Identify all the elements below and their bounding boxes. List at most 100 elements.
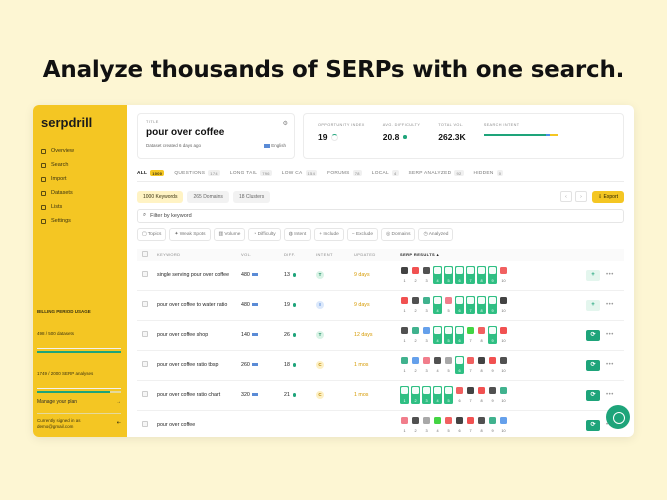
serp-result-tile[interactable]: 4: [433, 266, 442, 285]
refresh-icon[interactable]: ⟳: [586, 419, 600, 431]
keywords-chip[interactable]: 1000 Keywords: [137, 190, 184, 203]
filter-analyzed[interactable]: ◷ Analyzed: [418, 227, 454, 241]
next-page-button[interactable]: ›: [574, 191, 587, 203]
filter-exclude[interactable]: − Exclude: [346, 227, 379, 241]
serp-result-tile[interactable]: 3: [422, 296, 431, 314]
gear-icon[interactable]: ⚙: [283, 120, 288, 127]
serp-result-tile[interactable]: 10: [499, 386, 508, 404]
tab-low-ca[interactable]: LOW CA 154: [282, 170, 318, 176]
serp-result-tile[interactable]: 1: [400, 416, 409, 434]
keyword-cell[interactable]: pour over coffee to water ratio: [153, 302, 241, 309]
serp-result-tile[interactable]: 5: [444, 416, 453, 434]
filter-weak-spots[interactable]: ✦ Weak Spots: [169, 227, 211, 241]
tab-questions[interactable]: QUESTIONS 174: [174, 170, 220, 176]
serp-result-tile[interactable]: 2: [411, 416, 420, 434]
table-row[interactable]: pour over coffee to water ratio 480 19 I 9 d…: [137, 291, 624, 321]
add-icon[interactable]: +: [586, 269, 600, 281]
serp-result-tile[interactable]: 9: [488, 266, 497, 285]
sidebar-item-overview[interactable]: Overview: [39, 144, 121, 158]
serp-result-tile[interactable]: 5: [444, 356, 453, 374]
serp-result-tile[interactable]: 1: [400, 266, 409, 284]
serp-result-tile[interactable]: 2: [411, 356, 420, 374]
serp-result-tile[interactable]: 9: [488, 386, 497, 404]
serp-result-tile[interactable]: 8: [477, 266, 486, 285]
tab-serp-analyzed[interactable]: SERP ANALYZED 92: [409, 170, 464, 176]
serp-result-tile[interactable]: 10: [499, 266, 508, 284]
keyword-cell[interactable]: pour over coffee shop: [153, 332, 241, 339]
sidebar-item-search[interactable]: Search: [39, 158, 121, 172]
serp-result-tile[interactable]: 4: [433, 386, 442, 405]
serp-result-tile[interactable]: 7: [466, 266, 475, 285]
serp-result-tile[interactable]: 9: [488, 296, 497, 315]
filter-domains[interactable]: ◎ Domains: [381, 227, 416, 241]
row-checkbox[interactable]: [142, 301, 148, 308]
row-checkbox[interactable]: [142, 331, 148, 338]
col-serp-results[interactable]: SERP RESULTS ▴: [400, 252, 586, 257]
serp-result-tile[interactable]: 3: [422, 356, 431, 374]
refresh-icon[interactable]: ⟳: [586, 329, 600, 341]
table-row[interactable]: pour over coffee12345678910⟳•••: [137, 411, 624, 437]
table-row[interactable]: pour over coffee ratio chart 320 21 C 1 mos 1…: [137, 381, 624, 411]
tab-forums[interactable]: FORUMS 78: [327, 170, 362, 176]
tab-all[interactable]: ALL 1000: [137, 170, 165, 176]
serp-result-tile[interactable]: 4: [433, 356, 442, 374]
keyword-cell[interactable]: single serving pour over coffee: [153, 272, 241, 279]
logo[interactable]: serpdrill: [41, 115, 121, 130]
filter-keyword-input[interactable]: ⌕ Filter by keyword: [137, 208, 624, 223]
serp-result-tile[interactable]: 6: [455, 386, 464, 404]
more-icon[interactable]: •••: [606, 362, 614, 368]
serp-result-tile[interactable]: 3: [422, 326, 431, 344]
prev-page-button[interactable]: ‹: [559, 191, 572, 203]
serp-result-tile[interactable]: 5: [444, 296, 453, 314]
serp-result-tile[interactable]: 1: [400, 326, 409, 344]
serp-result-tile[interactable]: 6: [455, 326, 464, 345]
more-icon[interactable]: •••: [606, 392, 614, 398]
row-checkbox[interactable]: [142, 421, 148, 428]
col-intent[interactable]: INTENT: [316, 252, 354, 257]
col-keyword[interactable]: KEYWORD: [153, 251, 241, 258]
serp-result-tile[interactable]: 4: [433, 326, 442, 345]
serp-result-tile[interactable]: 7: [466, 356, 475, 374]
serp-result-tile[interactable]: 8: [477, 416, 486, 434]
serp-result-tile[interactable]: 6: [455, 416, 464, 434]
keyword-cell[interactable]: pour over coffee ratio tbsp: [153, 362, 241, 369]
serp-result-tile[interactable]: 9: [488, 416, 497, 434]
refresh-icon[interactable]: ⟳: [586, 359, 600, 371]
sidebar-item-lists[interactable]: Lists: [39, 200, 121, 214]
serp-result-tile[interactable]: 4: [433, 296, 442, 315]
serp-result-tile[interactable]: 1: [400, 386, 409, 405]
keyword-cell[interactable]: pour over coffee: [153, 422, 241, 429]
serp-result-tile[interactable]: 8: [477, 296, 486, 315]
select-all-checkbox[interactable]: [142, 251, 148, 258]
serp-result-tile[interactable]: 8: [477, 386, 486, 404]
serp-result-tile[interactable]: 2: [411, 296, 420, 314]
add-icon[interactable]: +: [586, 299, 600, 311]
row-checkbox[interactable]: [142, 361, 148, 368]
table-row[interactable]: pour over coffee ratio tbsp 260 18 C 1 mos 1 2…: [137, 351, 624, 381]
logout-icon[interactable]: ⇤: [117, 420, 121, 426]
tab-local[interactable]: LOCAL 4: [372, 170, 399, 176]
sidebar-item-settings[interactable]: Settings: [39, 214, 121, 228]
serp-result-tile[interactable]: 7: [466, 296, 475, 315]
serp-result-tile[interactable]: 2: [411, 266, 420, 284]
serp-result-tile[interactable]: 2: [411, 386, 420, 405]
serp-result-tile[interactable]: 10: [499, 296, 508, 314]
serp-result-tile[interactable]: 1: [400, 356, 409, 374]
serp-result-tile[interactable]: 6: [455, 356, 464, 375]
row-checkbox[interactable]: [142, 391, 148, 398]
serp-result-tile[interactable]: 9: [488, 326, 497, 345]
filter-intent[interactable]: ◍ Intent: [283, 227, 312, 241]
serp-result-tile[interactable]: 10: [499, 326, 508, 344]
filter-topics[interactable]: ▢ Topics: [137, 227, 167, 241]
col-difficulty[interactable]: DIFF.: [284, 252, 316, 257]
keyword-cell[interactable]: pour over coffee ratio chart: [153, 392, 241, 399]
serp-result-tile[interactable]: 10: [499, 356, 508, 374]
row-checkbox[interactable]: [142, 271, 148, 278]
serp-result-tile[interactable]: 8: [477, 356, 486, 374]
clusters-chip[interactable]: 18 Clusters: [232, 190, 271, 203]
filter-difficulty[interactable]: ◔ Difficulty: [248, 227, 281, 241]
tab-hidden[interactable]: HIDDEN 0: [474, 170, 504, 176]
domains-chip[interactable]: 265 Domains: [187, 190, 229, 203]
serp-result-tile[interactable]: 6: [455, 266, 464, 285]
serp-result-tile[interactable]: 2: [411, 326, 420, 344]
